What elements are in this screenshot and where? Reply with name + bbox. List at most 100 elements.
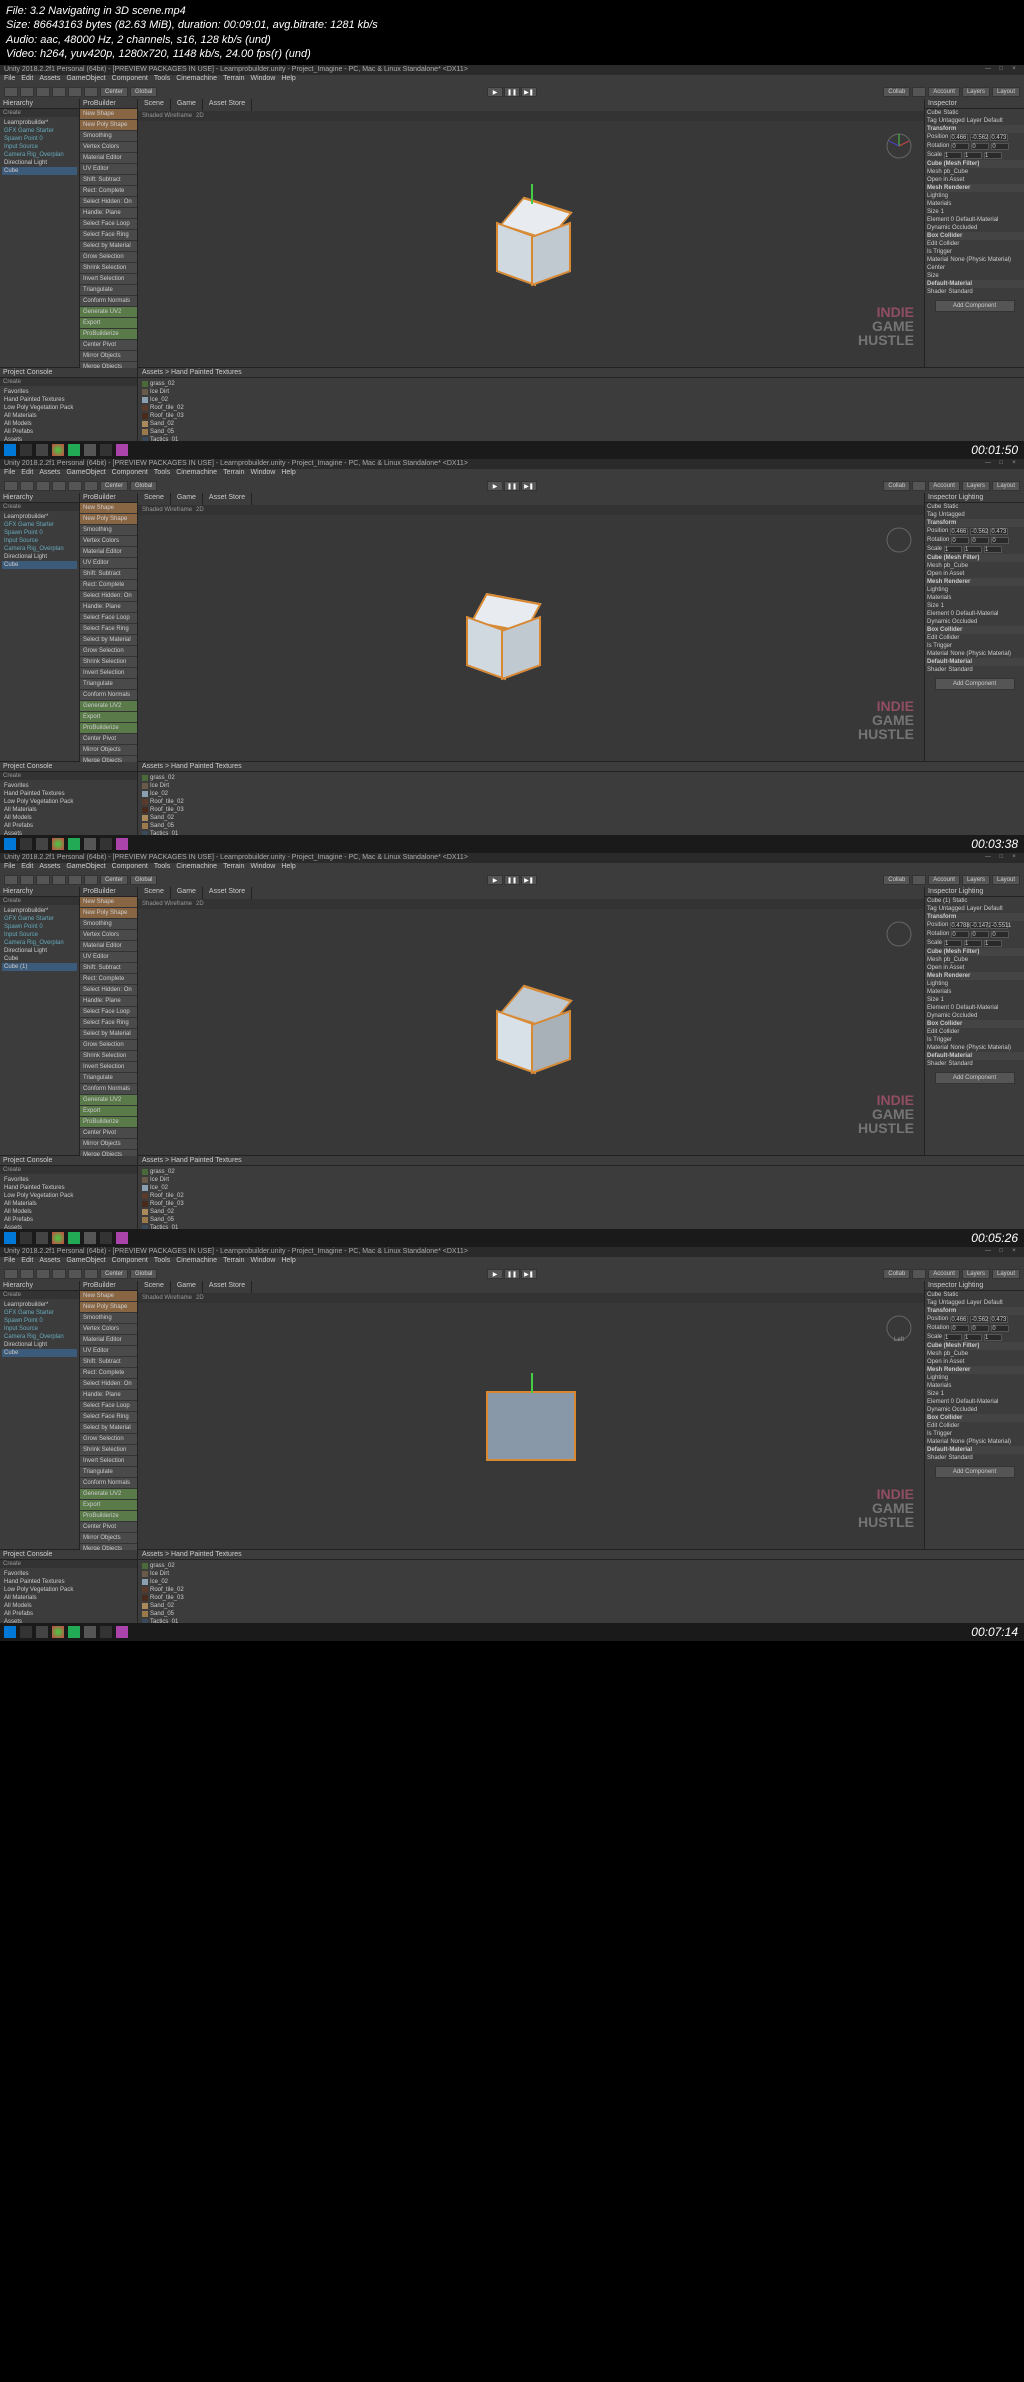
asset-item[interactable]: Sand_02 (140, 1602, 1022, 1610)
console-tab[interactable]: Console (27, 369, 53, 376)
asset-item[interactable]: grass_02 (140, 1168, 1022, 1176)
menu-help[interactable]: Help (281, 75, 295, 85)
scale-z[interactable]: 1 (984, 152, 1002, 159)
hier-item[interactable]: Input Source (2, 143, 77, 151)
windows-taskbar[interactable] (0, 441, 1024, 459)
pb-item[interactable]: Select Hidden: On (80, 1379, 137, 1390)
rotate-tool[interactable] (36, 87, 50, 97)
materials-section[interactable]: Materials (925, 200, 1024, 208)
asset-item[interactable]: Roof_tile_02 (140, 798, 1022, 806)
pb-item[interactable]: Smoothing (80, 1313, 137, 1324)
window-controls[interactable]: —□× (982, 66, 1020, 74)
asset-item[interactable]: Ice Dirt (140, 388, 1022, 396)
scene-viewport[interactable]: Left INDIEGAMEHUSTLE (138, 1303, 924, 1549)
pos-z[interactable]: 0.473 (990, 134, 1008, 141)
pb-item[interactable]: New Poly Shape (80, 908, 137, 919)
pb-item[interactable]: Select Face Loop (80, 219, 137, 230)
dynamic-occluded[interactable]: Dynamic Occluded (927, 225, 977, 231)
cube-object[interactable] (461, 598, 541, 678)
pb-item[interactable]: Export (80, 712, 137, 723)
pause-button[interactable]: ❚❚ (504, 481, 520, 491)
pb-item[interactable]: Select Face Ring (80, 230, 137, 241)
pb-item[interactable]: New Poly Shape (80, 514, 137, 525)
asset-item[interactable]: Sand_02 (140, 1208, 1022, 1216)
pb-item[interactable]: Invert Selection (80, 1062, 137, 1073)
move-tool[interactable] (20, 481, 34, 491)
pb-item[interactable]: Shift: Subtract (80, 963, 137, 974)
fav-item[interactable]: Low Poly Vegetation Pack (2, 404, 135, 412)
asset-item[interactable]: Ice_02 (140, 1184, 1022, 1192)
rotate-tool[interactable] (36, 481, 50, 491)
hand-tool[interactable] (4, 481, 18, 491)
pb-item[interactable]: Select by Material (80, 1423, 137, 1434)
add-component-button[interactable]: Add Component (935, 678, 1015, 690)
2d-toggle[interactable]: 2D (196, 113, 204, 119)
object-name[interactable]: Cube (1) (927, 898, 950, 904)
asset-item[interactable]: Sand_02 (140, 420, 1022, 428)
layout-dropdown[interactable]: Layout (992, 87, 1020, 97)
pivot-global[interactable]: Global (130, 87, 157, 97)
static-toggle[interactable]: Static (943, 110, 958, 116)
pb-item[interactable]: Select Hidden: On (80, 985, 137, 996)
scene-viewport[interactable]: INDIEGAMEHUSTLE (138, 121, 924, 367)
pb-item[interactable]: Smoothing (80, 131, 137, 142)
pb-item[interactable]: Select Hidden: On (80, 591, 137, 602)
mat-element[interactable]: Default-Material (956, 217, 998, 223)
asset-item[interactable]: Roof_tile_02 (140, 1586, 1022, 1594)
task-icon[interactable] (68, 444, 80, 456)
pb-item[interactable]: Select by Material (80, 1029, 137, 1040)
pb-new-poly[interactable]: New Poly Shape (80, 120, 137, 131)
pb-item[interactable]: Material Editor (80, 1335, 137, 1346)
task-icon[interactable] (36, 444, 48, 456)
asset-item[interactable]: grass_02 (140, 774, 1022, 782)
hier-item-selected[interactable]: Cube (2, 167, 77, 175)
search-icon[interactable] (20, 444, 32, 456)
menu-terrain[interactable]: Terrain (223, 75, 244, 85)
rot-x[interactable]: 0 (951, 143, 969, 150)
pb-item[interactable]: Conform Normals (80, 1084, 137, 1095)
orientation-gizmo[interactable] (884, 131, 914, 161)
hier-item[interactable]: GFX Game Starter (2, 127, 77, 135)
account-dropdown[interactable]: Account (928, 87, 960, 97)
menu-bar[interactable]: FileEditAssetsGameObjectComponentToolsCi… (0, 469, 1024, 479)
object-name[interactable]: Cube (927, 110, 941, 116)
pb-item[interactable]: Select Face Loop (80, 613, 137, 624)
cube-object[interactable] (491, 204, 571, 284)
fav-item[interactable]: All Models (2, 420, 135, 428)
cube-object[interactable] (491, 992, 571, 1072)
menu-assets[interactable]: Assets (39, 75, 60, 85)
pb-item[interactable]: Center Pivot (80, 340, 137, 351)
pb-item[interactable]: Triangulate (80, 679, 137, 690)
task-icon[interactable] (116, 444, 128, 456)
pb-item[interactable]: Select Hidden: On (80, 197, 137, 208)
asset-store-tab[interactable]: Asset Store (203, 99, 252, 111)
add-component-button[interactable]: Add Component (935, 300, 1015, 312)
pb-item[interactable]: Generate UV2 (80, 701, 137, 712)
layers-dropdown[interactable]: Layers (962, 87, 990, 97)
pb-item[interactable]: Handle: Plane (80, 208, 137, 219)
physic-material[interactable]: None (Physic Material) (950, 257, 1011, 263)
pb-item[interactable]: Vertex Colors (80, 930, 137, 941)
asset-item[interactable]: Sand_05 (140, 1216, 1022, 1224)
menu-file[interactable]: File (4, 75, 15, 85)
asset-item[interactable]: Roof_tile_03 (140, 806, 1022, 814)
hand-tool[interactable] (4, 87, 18, 97)
scene-viewport[interactable]: INDIEGAMEHUSTLE (138, 909, 924, 1155)
pb-item[interactable]: ProBuilderize (80, 1511, 137, 1522)
play-button[interactable]: ▶ (487, 481, 503, 491)
pb-item[interactable]: Conform Normals (80, 690, 137, 701)
scale-tool[interactable] (52, 87, 66, 97)
task-icon[interactable] (100, 444, 112, 456)
pb-item[interactable]: Select Face Ring (80, 624, 137, 635)
pb-item[interactable]: Generate UV2 (80, 1095, 137, 1106)
rect-tool[interactable] (68, 87, 82, 97)
pb-item[interactable]: Handle: Plane (80, 1390, 137, 1401)
asset-item[interactable]: Roof_tile_03 (140, 412, 1022, 420)
add-component-button[interactable]: Add Component (935, 1466, 1015, 1478)
fav-item[interactable]: All Materials (2, 412, 135, 420)
pb-item[interactable]: Shrink Selection (80, 263, 137, 274)
pb-item[interactable]: UV Editor (80, 164, 137, 175)
menu-edit[interactable]: Edit (21, 75, 33, 85)
pb-item[interactable]: Select Face Loop (80, 1007, 137, 1018)
scale-x[interactable]: 1 (944, 152, 962, 159)
